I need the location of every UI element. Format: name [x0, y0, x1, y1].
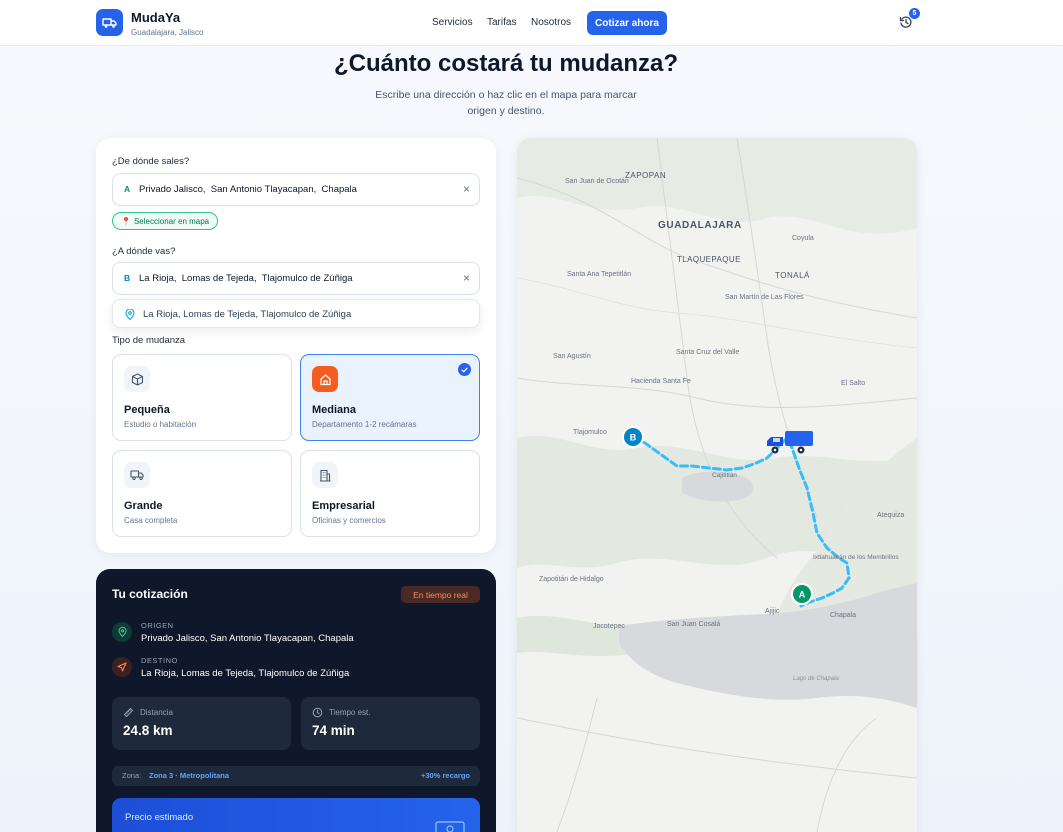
- move-type-label: Tipo de mudanza: [112, 335, 186, 346]
- marker-b-label: B: [630, 433, 637, 443]
- zone-value: Zona 3 · Metropolitana: [149, 771, 230, 780]
- page-subtitle: Escribe una dirección o haz clic en el m…: [375, 89, 637, 117]
- suggestion-text: La Rioja, Lomas de Tejeda, Tlajomulco de…: [143, 309, 352, 320]
- top-header: MudaYa Guadalajara, Jalisco Servicios Ta…: [0, 0, 1063, 46]
- map-label: ZAPOPAN: [625, 171, 666, 180]
- origin-label: ¿De dónde sales?: [112, 156, 190, 167]
- map-label: Chapala: [830, 612, 856, 619]
- origin-pin-label: A: [124, 184, 131, 194]
- estimated-price-panel: Precio estimado: [112, 798, 480, 832]
- origin-input[interactable]: A Privado Jalisco, San Antonio Tlayacapa…: [112, 173, 480, 206]
- time-value: 74 min: [312, 723, 355, 738]
- price-label: Precio estimado: [125, 812, 194, 823]
- time-stat: Tiempo est. 74 min: [301, 697, 480, 750]
- map-label: El Salto: [841, 380, 865, 387]
- map-pin-icon: 📍: [121, 216, 131, 226]
- move-type-name: Empresarial: [312, 500, 375, 512]
- move-type-mediana[interactable]: Mediana Departamento 1-2 recámaras: [300, 354, 480, 441]
- home-icon: [312, 366, 338, 392]
- move-type-name: Mediana: [312, 404, 357, 416]
- map-label: Hacienda Santa Fe: [631, 378, 691, 385]
- map-label: Atequiza: [877, 512, 904, 519]
- marker-b[interactable]: B: [622, 426, 644, 448]
- live-status-badge: En tiempo real: [401, 586, 480, 603]
- map-label: Ajijic: [765, 608, 780, 615]
- clear-origin-icon[interactable]: ×: [463, 182, 470, 196]
- move-type-desc: Casa completa: [124, 516, 178, 525]
- clear-destination-icon[interactable]: ×: [463, 271, 470, 285]
- move-type-pequena[interactable]: Pequeña Estudio o habitación: [112, 354, 292, 441]
- map-label: Lago de Chapala: [793, 676, 839, 682]
- brand-city: Guadalajara, Jalisco: [131, 28, 204, 37]
- marker-a[interactable]: A: [791, 583, 813, 605]
- map-label: TLAQUEPAQUE: [677, 255, 741, 264]
- move-type-grande[interactable]: Grande Casa completa: [112, 450, 292, 537]
- map-label: San Juan Cosalá: [667, 621, 720, 628]
- origin-summary: Privado Jalisco, San Antonio Tlayacapan,…: [141, 633, 354, 644]
- map-label: Coyula: [792, 235, 814, 242]
- map-label: TONALÁ: [775, 271, 810, 280]
- map-label: Jocotepec: [593, 623, 625, 630]
- distance-label: Distancia: [140, 708, 173, 717]
- move-type-desc: Estudio o habitación: [124, 420, 197, 429]
- distance-stat: Distancia 24.8 km: [112, 697, 291, 750]
- quote-title: Tu cotización: [112, 587, 188, 601]
- map-canvas[interactable]: B A San Juan de Ocotán ZAPOPAN GUADALAJA…: [517, 138, 917, 832]
- nav-tarifas[interactable]: Tarifas: [487, 17, 516, 28]
- clock-icon: [312, 707, 323, 718]
- map-label: Zapotitán de Hidalgo: [539, 576, 604, 583]
- origin-input-value[interactable]: Privado Jalisco, San Antonio Tlayacapan,…: [139, 184, 357, 195]
- move-type-desc: Oficinas y comercios: [312, 516, 386, 525]
- origin-location-icon: [112, 622, 132, 642]
- map-label: GUADALAJARA: [658, 220, 742, 231]
- map-label: San Agustín: [553, 353, 591, 360]
- map-label: Ixtlahuacán de los Membrillos: [813, 554, 899, 561]
- history-count-badge: 5: [909, 8, 920, 19]
- quote-summary-card: Tu cotización En tiempo real ORIGEN Priv…: [96, 569, 496, 832]
- map-label: Santa Ana Tepetitlán: [567, 271, 631, 278]
- truck-logo-icon[interactable]: [96, 9, 123, 36]
- destination-input[interactable]: B La Rioja, Lomas de Tejeda, Tlajomulco …: [112, 262, 480, 295]
- map-label: Santa Cruz del Valle: [676, 349, 739, 356]
- cash-icon: [435, 821, 465, 832]
- origin-caption: ORIGEN: [141, 621, 174, 630]
- page-title: ¿Cuánto costará tu mudanza?: [333, 50, 679, 77]
- location-icon: [125, 309, 135, 320]
- destination-label: ¿A dónde vas?: [112, 246, 176, 257]
- map-label: San Juan de Ocotán: [565, 178, 629, 185]
- marker-a-label: A: [799, 590, 806, 600]
- move-type-empresarial[interactable]: Empresarial Oficinas y comercios: [300, 450, 480, 537]
- nav-nosotros[interactable]: Nosotros: [531, 17, 571, 28]
- selected-check-icon: [458, 363, 471, 376]
- select-on-map-label: Seleccionar en mapa: [133, 216, 210, 226]
- zone-info: Zona: Zona 3 · Metropolitana +30% recarg…: [112, 766, 480, 786]
- destination-caption: DESTINO: [141, 656, 178, 665]
- building-icon: [312, 462, 338, 488]
- nav-servicios[interactable]: Servicios: [432, 17, 473, 28]
- map-label: Tlajomulco: [573, 429, 607, 436]
- zone-label: Zona:: [122, 771, 142, 780]
- time-label: Tiempo est.: [329, 708, 371, 717]
- destination-pin-label: B: [124, 273, 131, 283]
- box-icon: [124, 366, 150, 392]
- move-type-name: Grande: [124, 500, 163, 512]
- ruler-icon: [123, 707, 134, 718]
- select-on-map-button[interactable]: 📍 Seleccionar en mapa: [112, 212, 219, 230]
- map-label: Cajititlán: [712, 472, 737, 479]
- move-type-name: Pequeña: [124, 404, 170, 416]
- destination-input-value[interactable]: La Rioja, Lomas de Tejeda, Tlajomulco de…: [139, 273, 353, 284]
- destination-summary: La Rioja, Lomas de Tejeda, Tlajomulco de…: [141, 668, 350, 679]
- zone-surcharge: +30% recargo: [421, 771, 470, 780]
- map-label: San Martín de Las Flores: [725, 294, 804, 301]
- address-suggestion-item[interactable]: La Rioja, Lomas de Tejeda, Tlajomulco de…: [112, 299, 480, 328]
- route-map[interactable]: B A San Juan de Ocotán ZAPOPAN GUADALAJA…: [517, 138, 917, 832]
- distance-value: 24.8 km: [123, 723, 173, 738]
- brand-name[interactable]: MudaYa: [131, 10, 180, 25]
- cotizar-ahora-button[interactable]: Cotizar ahora: [587, 11, 667, 35]
- truck-icon: [124, 462, 150, 488]
- destination-navigation-icon: [112, 657, 132, 677]
- quote-form-card: ¿De dónde sales? A Privado Jalisco, San …: [96, 138, 496, 553]
- move-type-desc: Departamento 1-2 recámaras: [312, 420, 417, 429]
